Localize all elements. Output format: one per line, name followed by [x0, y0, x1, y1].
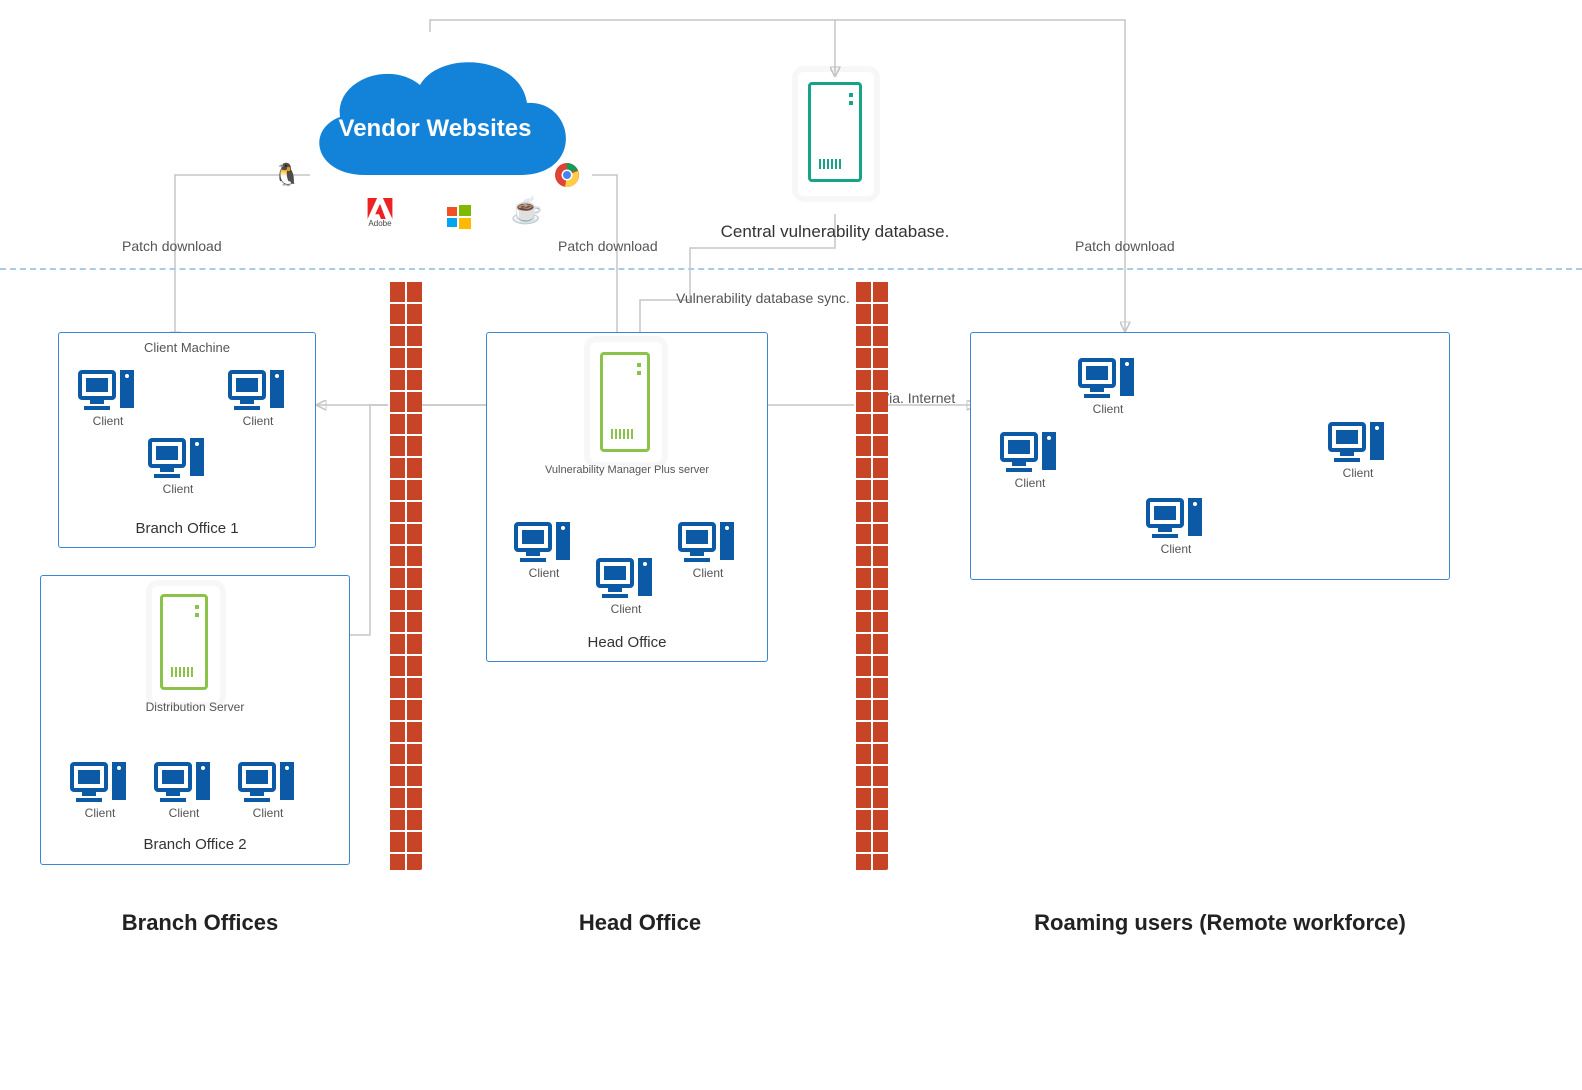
vendor-cloud: Vendor Websites	[295, 45, 575, 215]
central-db-label: Central vulnerability database.	[720, 222, 950, 242]
roaming-client-1: Client	[1080, 356, 1136, 400]
patch-download-mid-label: Patch download	[558, 238, 658, 254]
patch-download-left-label: Patch download	[122, 238, 222, 254]
via-internet-label: Via. Internet	[880, 390, 955, 406]
branch1-header: Client Machine	[58, 340, 316, 355]
head-client-1: Client	[516, 520, 572, 564]
roaming-client-2: Client	[1002, 430, 1058, 474]
roaming-client-4: Client	[1330, 420, 1386, 464]
head-client-2: Client	[598, 556, 654, 600]
adobe-icon: Adobe	[365, 198, 395, 228]
vuln-sync-label: Vulnerability database sync.	[676, 290, 850, 306]
head-office-title: Head Office	[486, 634, 768, 651]
java-icon: ☕	[512, 195, 542, 225]
central-db-server-icon	[808, 82, 862, 182]
firewall-right	[854, 280, 888, 870]
windows-icon	[444, 202, 474, 232]
branch1-title: Branch Office 1	[58, 520, 316, 537]
branch1-client-3: Client	[150, 436, 206, 480]
branch2-distribution-server-icon	[160, 594, 208, 690]
firewall-left	[388, 280, 422, 870]
branch2-client-2: Client	[156, 760, 212, 804]
chrome-icon	[552, 160, 582, 190]
vuln-manager-server-icon	[600, 352, 650, 452]
cloud-label: Vendor Websites	[295, 115, 575, 143]
branch1-client-2: Client	[230, 368, 286, 412]
roaming-client-3: Client	[1148, 496, 1204, 540]
patch-download-right-label: Patch download	[1075, 238, 1175, 254]
section-title-roaming: Roaming users (Remote workforce)	[1010, 910, 1430, 936]
section-title-head: Head Office	[560, 910, 720, 936]
branch1-client-1: Client	[80, 368, 136, 412]
section-title-branch: Branch Offices	[90, 910, 310, 936]
head-client-3: Client	[680, 520, 736, 564]
branch2-client-1: Client	[72, 760, 128, 804]
internet-boundary-line	[0, 268, 1582, 270]
branch2-dist-server-label: Distribution Server	[40, 700, 350, 714]
branch2-title: Branch Office 2	[40, 836, 350, 853]
apple-icon	[300, 198, 330, 228]
linux-icon: 🐧	[272, 160, 302, 190]
branch2-client-3: Client	[240, 760, 296, 804]
vuln-manager-server-label: Vulnerability Manager Plus server	[486, 464, 768, 476]
